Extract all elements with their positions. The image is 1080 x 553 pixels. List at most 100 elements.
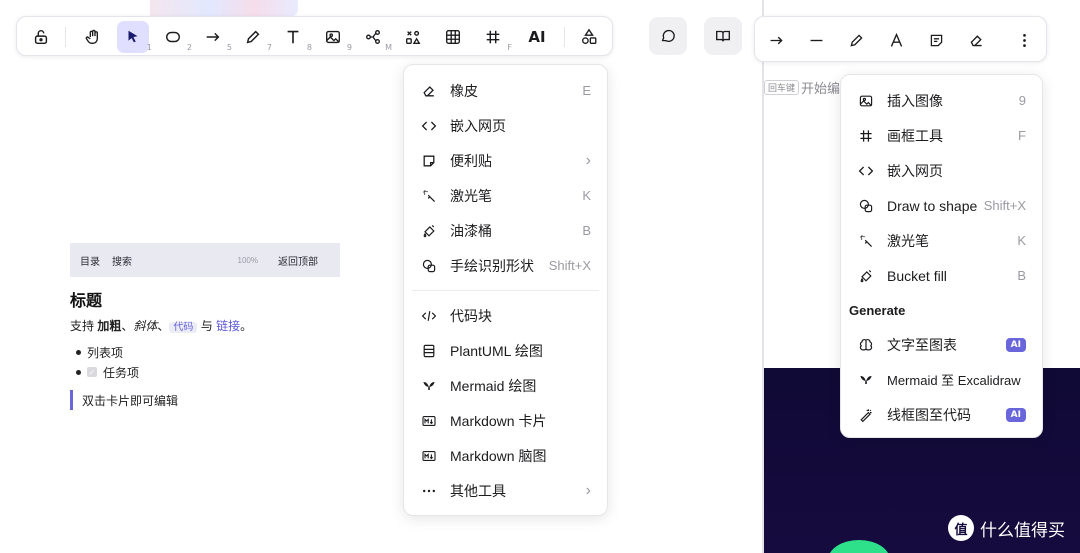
- markdown-icon: [420, 412, 438, 430]
- watermark-text: 什么值得买: [980, 520, 1065, 541]
- menu-item-embed-web[interactable]: 嵌入网页: [849, 153, 1034, 188]
- enter-key-hint: 回车键: [764, 80, 800, 95]
- lock-tool-button[interactable]: [25, 21, 57, 53]
- more-menu-button[interactable]: [1013, 29, 1035, 51]
- menu-item-shape-recognition[interactable]: 手绘识别形状 Shift+X: [412, 248, 599, 283]
- menu-item-draw-to-shape[interactable]: Draw to shape Shift+X: [849, 188, 1034, 223]
- chevron-right-icon: ›: [585, 151, 591, 169]
- frame-tool-button[interactable]: F: [477, 21, 512, 53]
- menu-item-code-block[interactable]: 代码块: [412, 298, 599, 333]
- arrow-tool-button[interactable]: 5: [197, 21, 232, 53]
- text-span: 、: [121, 319, 134, 333]
- watermark-logo: 值: [948, 515, 974, 541]
- menu-item-eraser[interactable]: 橡皮 E: [412, 73, 599, 108]
- more-tools-menu: 橡皮 E 嵌入网页 便利贴 › 激光笔 K 油漆桶 B 手绘识别形状 Shift…: [403, 64, 608, 516]
- markdown-title: 标题: [70, 293, 103, 310]
- image-tool-button[interactable]: 9: [317, 21, 352, 53]
- comment-button[interactable]: [649, 17, 687, 55]
- eraser-tool-button[interactable]: [965, 29, 987, 51]
- hand-tool-button[interactable]: [77, 21, 109, 53]
- arrow-tool-button[interactable]: [765, 29, 787, 51]
- mermaid-icon: [857, 371, 875, 389]
- canvas-image-fragment: [150, 0, 298, 16]
- task-item: ✓ 任务项: [76, 362, 340, 382]
- right-more-menu: 插入图像 9 画框工具 F 嵌入网页 Draw to shape Shift+X…: [840, 74, 1043, 438]
- ai-tool-button[interactable]: AI: [521, 21, 553, 53]
- back-to-top-link[interactable]: 返回顶部: [278, 253, 318, 268]
- menu-item-shortcut: K: [582, 188, 591, 203]
- menu-item-frame-tool[interactable]: 画框工具 F: [849, 118, 1034, 153]
- toc-link[interactable]: 目录: [80, 253, 100, 268]
- markdown-card[interactable]: 目录 搜索 100% 返回顶部 标题 支持 加粗、斜体、 代码 与 链接。 列表项…: [70, 243, 340, 410]
- inline-code: 代码: [169, 322, 198, 333]
- task-item-label: 任务项: [103, 365, 140, 380]
- markdown-paragraph: 支持 加粗、斜体、 代码 与 链接。: [70, 317, 340, 334]
- pencil-icon: [849, 33, 863, 47]
- more-tools-button[interactable]: [573, 21, 605, 53]
- sticky-note-icon: [420, 152, 438, 170]
- markdown-link[interactable]: 链接: [216, 319, 240, 333]
- rectangle-tool-button[interactable]: 2: [157, 21, 192, 53]
- menu-item-sticky-note[interactable]: 便利贴 ›: [412, 143, 599, 178]
- menu-item-other-tools[interactable]: 其他工具 ›: [412, 473, 599, 508]
- menu-item-plantuml[interactable]: PlantUML 绘图: [412, 333, 599, 368]
- sticky-note-icon: [930, 34, 942, 46]
- menu-item-embed-web[interactable]: 嵌入网页: [412, 108, 599, 143]
- eraser-icon: [970, 34, 982, 46]
- bullet: [76, 349, 81, 355]
- shortcut-key: 1: [146, 43, 152, 52]
- pencil-icon: [246, 30, 260, 44]
- menu-item-label: 激光笔: [450, 187, 492, 204]
- menu-item-laser[interactable]: 激光笔 K: [412, 178, 599, 213]
- menu-item-markdown-card[interactable]: Markdown 卡片: [412, 403, 599, 438]
- paint-bucket-icon: [420, 222, 438, 240]
- line-tool-button[interactable]: [805, 29, 827, 51]
- text-icon: [287, 30, 299, 44]
- markdown-icon: [420, 447, 438, 465]
- menu-item-label: Mermaid 至 Excalidraw: [887, 373, 1021, 388]
- menu-item-insert-image[interactable]: 插入图像 9: [849, 83, 1034, 118]
- cursor-icon: [128, 30, 138, 43]
- rounded-rect-icon: [165, 31, 181, 43]
- list-item: 列表项: [76, 342, 340, 362]
- menu-item-wireframe-to-code[interactable]: 线框图至代码 AI: [849, 397, 1034, 432]
- menu-item-label: Markdown 卡片: [450, 412, 547, 429]
- toolbar-separator: [65, 27, 66, 47]
- table-tool-button[interactable]: [437, 21, 469, 53]
- search-link[interactable]: 搜索: [112, 253, 132, 268]
- markdown-quote: 双击卡片即可编辑: [70, 390, 340, 410]
- italic-text: 斜体: [133, 319, 158, 333]
- menu-item-mermaid[interactable]: Mermaid 绘图: [412, 368, 599, 403]
- pencil-tool-button[interactable]: 7: [237, 21, 272, 53]
- text-tool-button[interactable]: [885, 29, 907, 51]
- table-icon: [446, 30, 460, 44]
- menu-item-label: 便利贴: [450, 152, 492, 169]
- menu-item-markdown-mindmap[interactable]: Markdown 脑图: [412, 438, 599, 473]
- pencil-tool-button[interactable]: [845, 29, 867, 51]
- shapes-library-button[interactable]: [397, 21, 429, 53]
- select-tool-button[interactable]: 1: [117, 21, 152, 53]
- text-tool-button[interactable]: 8: [277, 21, 312, 53]
- menu-item-label: 嵌入网页: [887, 162, 943, 179]
- menu-item-shortcut: E: [582, 83, 591, 98]
- menu-item-text-to-diagram[interactable]: 文字至图表 AI: [849, 327, 1034, 362]
- menu-item-laser[interactable]: 激光笔 K: [849, 223, 1034, 258]
- laser-pointer-icon: [857, 232, 875, 250]
- arrow-right-icon: [770, 36, 783, 44]
- ai-badge: AI: [1005, 407, 1026, 422]
- canvas-hint: 回车键 开始编: [764, 78, 840, 97]
- menu-item-shortcut: K: [1017, 233, 1026, 248]
- paint-bucket-icon: [857, 267, 875, 285]
- menu-item-label: PlantUML 绘图: [450, 342, 543, 359]
- shortcut-key: 2: [186, 43, 192, 52]
- mindmap-tool-button[interactable]: M: [357, 21, 392, 53]
- menu-item-shortcut: B: [582, 223, 591, 238]
- task-checkbox[interactable]: ✓: [87, 367, 97, 377]
- menu-item-paint-bucket[interactable]: 油漆桶 B: [412, 213, 599, 248]
- library-button[interactable]: [704, 17, 742, 55]
- sticky-note-button[interactable]: [925, 29, 947, 51]
- menu-item-mermaid-to-excalidraw[interactable]: Mermaid 至 Excalidraw: [849, 362, 1034, 397]
- menu-item-label: 线框图至代码: [887, 406, 971, 423]
- menu-item-label: 文字至图表: [887, 336, 957, 353]
- menu-item-bucket-fill[interactable]: Bucket fill B: [849, 258, 1034, 293]
